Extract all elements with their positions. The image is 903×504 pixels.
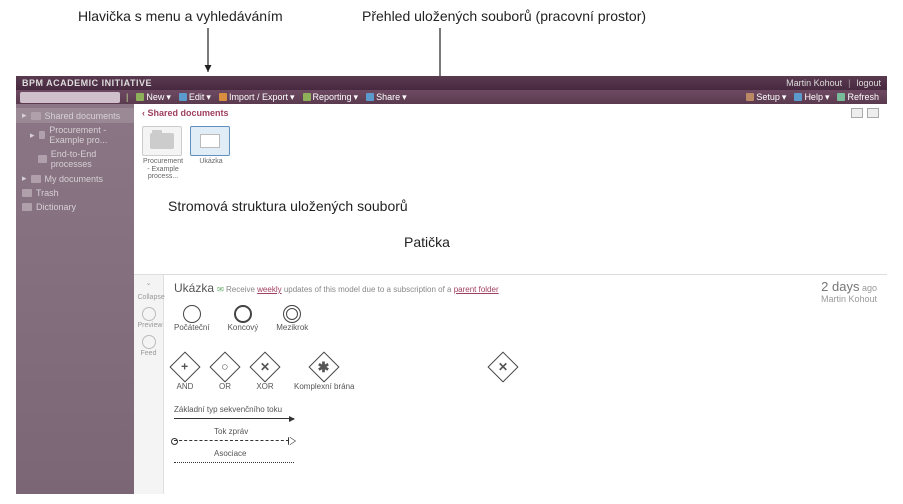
logout-link[interactable]: logout	[856, 78, 881, 88]
annotation-workspace: Přehled uložených souborů (pracovní pros…	[362, 8, 646, 24]
menu-reporting[interactable]: Reporting▾	[303, 92, 359, 103]
event-end: Koncový	[228, 305, 259, 332]
gateway-complex: ✱Komplexní brána	[294, 352, 354, 391]
view-grid-icon[interactable]	[851, 108, 863, 118]
footer-tab-collapse[interactable]: ⌄Collapse	[138, 279, 160, 301]
gateway-and: +AND	[174, 352, 196, 391]
footer-title: Ukázka	[174, 281, 214, 295]
logo: BPM ACADEMIC INITIATIVE	[22, 78, 152, 88]
footer-tab-preview[interactable]: Preview	[138, 307, 160, 329]
annotation-header: Hlavička s menu a vyhledáváním	[78, 8, 283, 24]
folder-icon	[150, 133, 174, 149]
sidebar-item-trash[interactable]: Trash	[16, 186, 134, 200]
flow-section: Základní typ sekvenčního toku Tok zpráv …	[174, 405, 877, 463]
parent-folder-link[interactable]: parent folder	[454, 285, 499, 294]
menu-edit[interactable]: Edit▾	[179, 92, 211, 103]
menu-bar: | New▾ Edit▾ Import / Export▾ Reporting▾…	[16, 90, 887, 104]
menu-import-export[interactable]: Import / Export▾	[219, 92, 295, 103]
sidebar-item-mydocs[interactable]: ▸My documents	[16, 171, 134, 186]
sidebar-item-dictionary[interactable]: Dictionary	[16, 200, 134, 214]
footer-meta: 2 days ago Martin Kohout	[821, 279, 877, 304]
event-start: Počáteční	[174, 305, 210, 332]
menu-help[interactable]: Help▾	[794, 92, 829, 103]
sequence-flow-line	[174, 418, 294, 419]
sidebar-item-procurement[interactable]: ▸Procurement - Example pro...	[16, 123, 134, 147]
association-line	[174, 462, 294, 463]
breadcrumb[interactable]: ‹ Shared documents	[134, 104, 887, 122]
workspace: ‹ Shared documents Procurement - Example…	[134, 104, 887, 494]
menu-new[interactable]: New▾	[136, 92, 171, 103]
bpmn-events-row: Počáteční Koncový Mezikrok	[174, 305, 877, 332]
file-icon	[200, 134, 220, 148]
sidebar: ▸Shared documents ▸Procurement - Example…	[16, 104, 134, 494]
title-bar: BPM ACADEMIC INITIATIVE Martin Kohout | …	[16, 76, 887, 90]
gateway-xor: ✕XOR	[254, 352, 276, 391]
sidebar-item-shared[interactable]: ▸Shared documents	[16, 108, 134, 123]
footer-subtitle: ✉ Receive weekly updates of this model d…	[217, 285, 499, 294]
event-intermediate: Mezikrok	[276, 305, 308, 332]
file-item-folder[interactable]: Procurement - Example process...	[142, 126, 184, 181]
bpmn-gateways-row: +AND ○OR ✕XOR ✱Komplexní brána ✕	[174, 352, 877, 391]
footer-tab-feed[interactable]: Feed	[138, 335, 160, 357]
menu-setup[interactable]: Setup▾	[746, 92, 786, 103]
weekly-link[interactable]: weekly	[257, 285, 281, 294]
footer-panel: ⌄Collapse Preview Feed Ukázka ✉ Receive …	[134, 274, 887, 494]
sidebar-item-endtoend[interactable]: End-to-End processes	[16, 147, 134, 171]
message-flow-line	[174, 440, 294, 441]
search-input[interactable]	[20, 92, 120, 103]
file-item-ukazka[interactable]: Ukázka	[190, 126, 232, 181]
menu-share[interactable]: Share▾	[366, 92, 407, 103]
user-name[interactable]: Martin Kohout	[786, 78, 842, 88]
view-list-icon[interactable]	[867, 108, 879, 118]
gateway-extra: ✕	[492, 352, 514, 382]
menu-refresh[interactable]: Refresh	[837, 92, 879, 103]
gateway-or: ○OR	[214, 352, 236, 391]
